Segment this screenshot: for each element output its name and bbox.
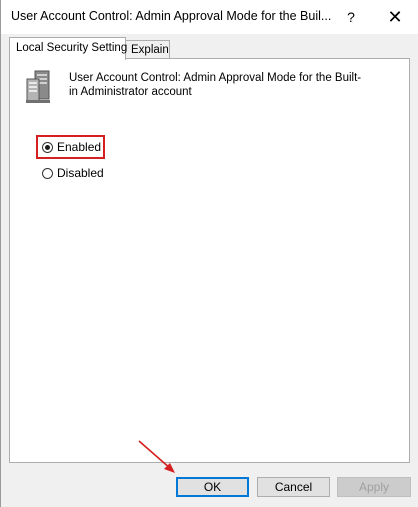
- apply-button[interactable]: Apply: [337, 477, 411, 497]
- server-icon: [26, 70, 50, 103]
- help-button[interactable]: ?: [339, 4, 363, 30]
- ok-button[interactable]: OK: [176, 477, 249, 497]
- enabled-radio[interactable]: Enabled: [42, 140, 101, 154]
- radio-dot: [45, 144, 50, 150]
- title-bar: User Account Control: Admin Approval Mod…: [1, 0, 418, 34]
- radio-button-selected[interactable]: [42, 141, 53, 153]
- tab-label: Local Security Setting: [16, 42, 128, 54]
- tab-explain[interactable]: Explain: [125, 40, 170, 59]
- window-title: User Account Control: Admin Approval Mod…: [11, 9, 332, 23]
- settings-panel: [9, 58, 410, 463]
- enabled-label: Enabled: [57, 140, 102, 154]
- disabled-radio[interactable]: Disabled: [42, 166, 104, 180]
- arrow-annotation-icon: [138, 440, 175, 473]
- disabled-label: Disabled: [57, 166, 104, 180]
- policy-title: User Account Control: Admin Approval Mod…: [69, 72, 362, 98]
- dialog-window: User Account Control: Admin Approval Mod…: [0, 0, 418, 507]
- radio-button-unselected[interactable]: [42, 167, 53, 179]
- tab-label: Explain: [131, 44, 169, 56]
- cancel-button[interactable]: Cancel: [257, 477, 330, 497]
- close-button[interactable]: ✕: [379, 4, 411, 30]
- tab-local-security-setting[interactable]: Local Security Setting: [9, 37, 128, 60]
